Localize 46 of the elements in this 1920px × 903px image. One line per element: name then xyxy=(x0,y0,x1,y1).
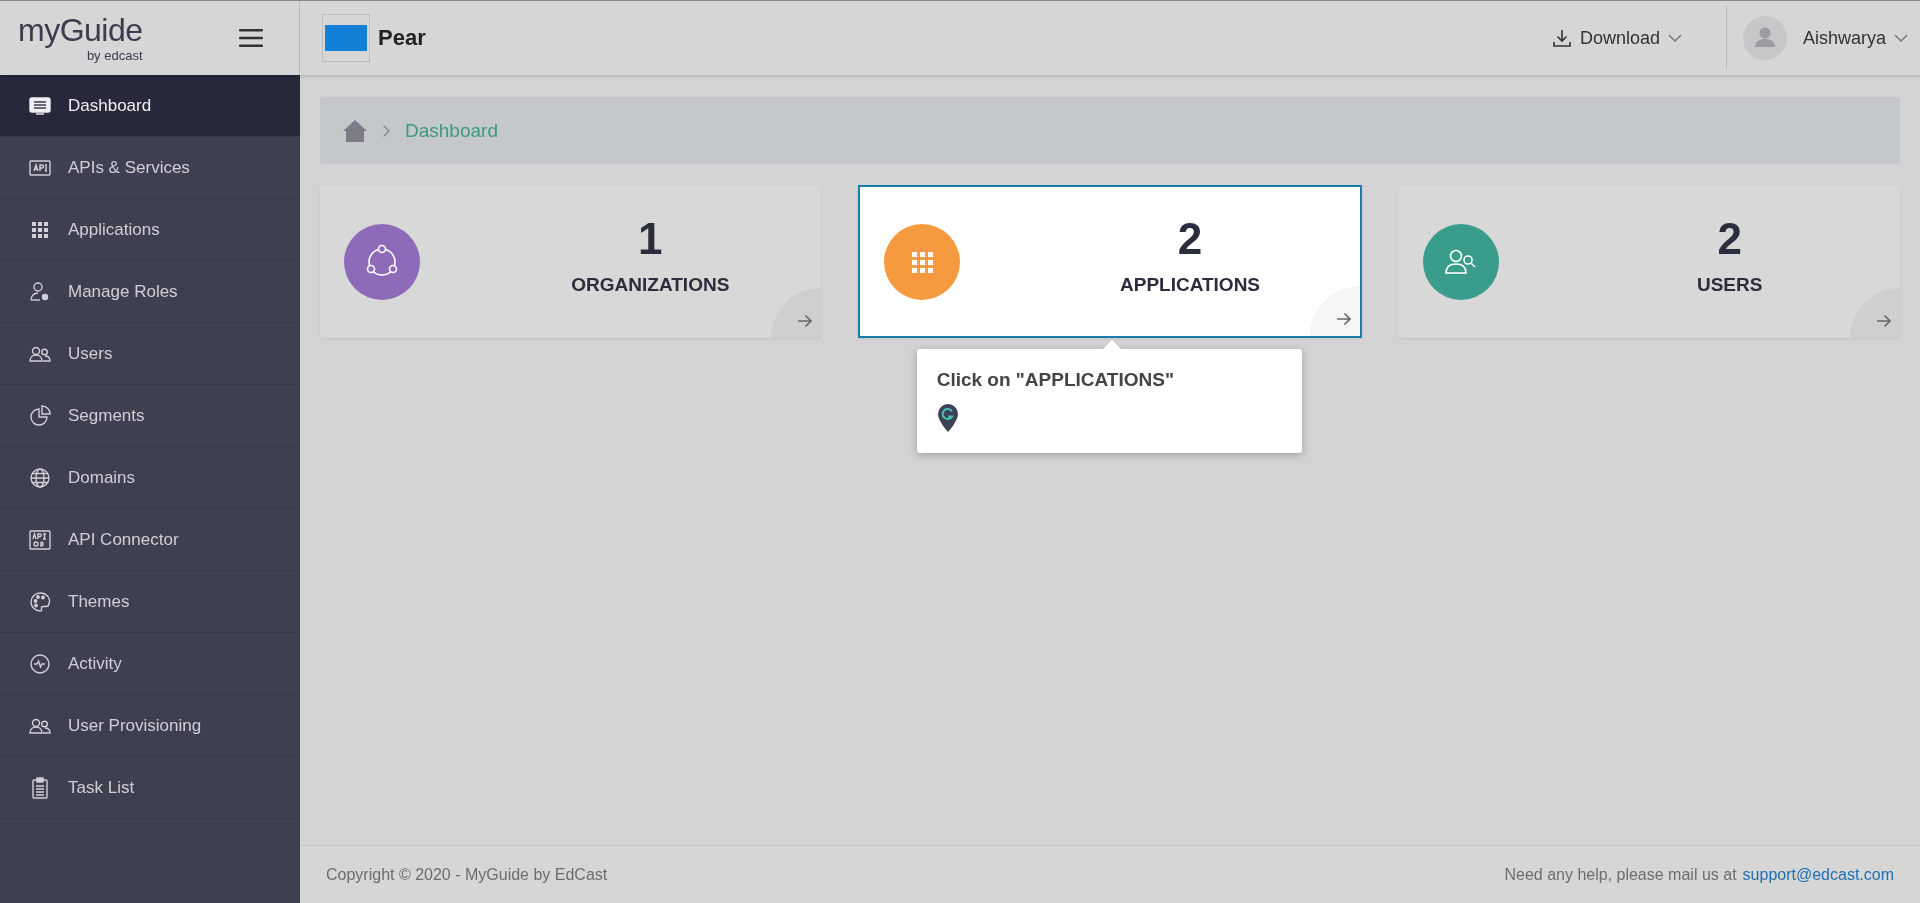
arrow-right-icon xyxy=(1876,314,1892,328)
help-text: Need any help, please mail us at xyxy=(1504,865,1737,884)
sidebar-item[interactable]: Segments xyxy=(0,385,300,447)
palette-icon xyxy=(28,589,52,614)
logo-wordmark: myGuide xyxy=(18,13,143,46)
download-icon xyxy=(1551,28,1572,48)
home-icon[interactable] xyxy=(342,118,368,143)
stat-label: APPLICATIONS xyxy=(1120,273,1261,296)
stat-count: 1 xyxy=(638,213,663,264)
sidebar-item[interactable]: Themes xyxy=(0,571,300,633)
stat-card[interactable]: 1 ORGANIZATIONS xyxy=(320,185,821,338)
menu-icon[interactable] xyxy=(239,29,263,47)
download-button[interactable]: Download xyxy=(1545,21,1688,55)
pin-icon xyxy=(936,403,959,433)
stat-count: 2 xyxy=(1717,213,1742,264)
sidebar-item[interactable]: Activity xyxy=(0,633,300,695)
pie-chart-icon xyxy=(28,403,52,428)
sidebar-item[interactable]: Dashboard xyxy=(0,75,300,137)
logo-tagline: by edcast xyxy=(86,47,143,63)
arrow-right-icon xyxy=(1336,312,1353,326)
support-email-link[interactable]: support@edcast.com xyxy=(1742,865,1894,884)
stat-label: ORGANIZATIONS xyxy=(571,273,730,296)
stat-label: USERS xyxy=(1696,273,1763,296)
sidebar-item[interactable]: Manage Roles xyxy=(0,261,300,323)
sidebar-item[interactable]: User Provisioning xyxy=(0,695,300,757)
user-menu[interactable]: Aishwarya xyxy=(1796,21,1914,55)
chevron-right-icon xyxy=(382,123,391,138)
sidebar-item[interactable]: Domains xyxy=(0,447,300,509)
arrow-right-icon xyxy=(796,314,813,328)
sidebar-item[interactable]: Applications xyxy=(0,199,300,261)
tooltip-text: Click on "APPLICATIONS" xyxy=(936,369,1174,391)
sidebar-item[interactable]: Users xyxy=(0,323,300,385)
stat-card[interactable]: 2 USERS xyxy=(1399,185,1900,338)
app-thumbnail xyxy=(322,14,370,62)
sidebar-item[interactable]: Task List xyxy=(0,757,300,819)
globe-icon xyxy=(28,465,52,490)
sidebar-item[interactable]: APIs & Services xyxy=(0,137,300,199)
stat-count: 2 xyxy=(1177,213,1203,264)
sidebar-item[interactable]: API Connector xyxy=(0,509,300,571)
app-name: Pear xyxy=(378,25,426,51)
api-connector-icon xyxy=(28,527,52,552)
pulse-icon xyxy=(28,651,52,676)
chevron-down-icon xyxy=(1894,33,1908,43)
copyright-text: Copyright © 2020 - MyGuide by EdCast xyxy=(326,865,609,884)
chevron-down-icon xyxy=(1667,33,1682,43)
avatar-icon[interactable] xyxy=(1742,16,1787,60)
